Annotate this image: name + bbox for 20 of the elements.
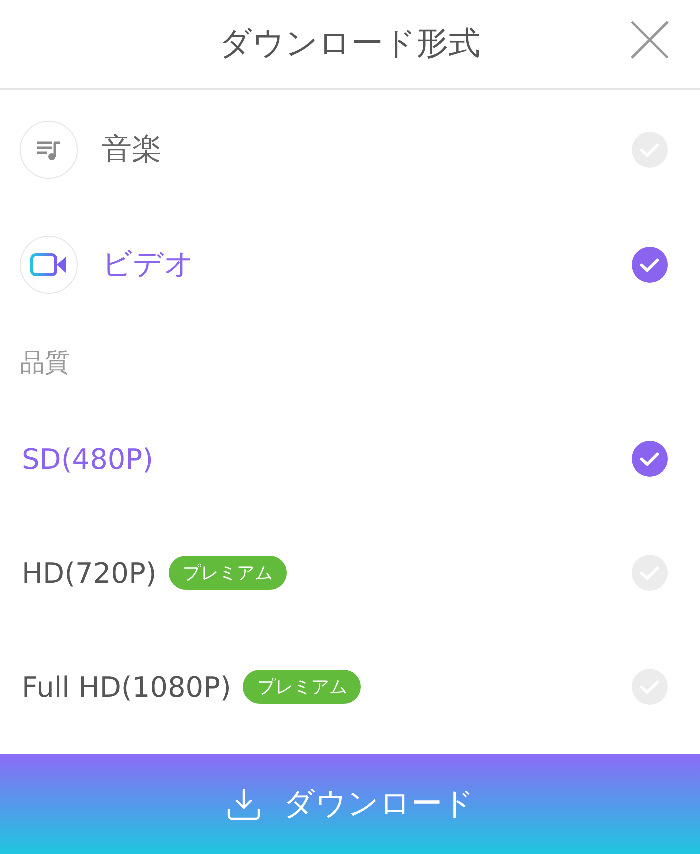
section-heading: 品質 (19, 346, 71, 378)
quality-label: HD(720P) (22, 556, 157, 590)
quality-label: Full HD(1080P) (22, 670, 232, 704)
format-option[interactable]: ビデオ (0, 207, 700, 322)
download-button[interactable]: ダウンロード (0, 754, 700, 854)
premium-badge: プレミアム (168, 556, 287, 590)
quality-option[interactable]: HD(720P) プレミアム (0, 516, 700, 630)
quality-option[interactable]: SD(480P) (0, 402, 700, 516)
close-icon (630, 20, 670, 60)
music-list-icon (20, 120, 78, 178)
download-icon (226, 786, 262, 822)
format-option[interactable]: 音楽 (0, 92, 700, 207)
format-label: ビデオ (102, 246, 195, 284)
quality-label: SD(480P) (22, 442, 154, 476)
video-camera-icon (20, 236, 78, 294)
close-button[interactable] (630, 20, 670, 60)
dialog-title: ダウンロード形式 (220, 23, 480, 64)
quality-option[interactable]: Full HD(1080P) プレミアム (0, 630, 700, 744)
premium-badge: プレミアム (243, 670, 362, 704)
format-label: 音楽 (102, 131, 162, 169)
